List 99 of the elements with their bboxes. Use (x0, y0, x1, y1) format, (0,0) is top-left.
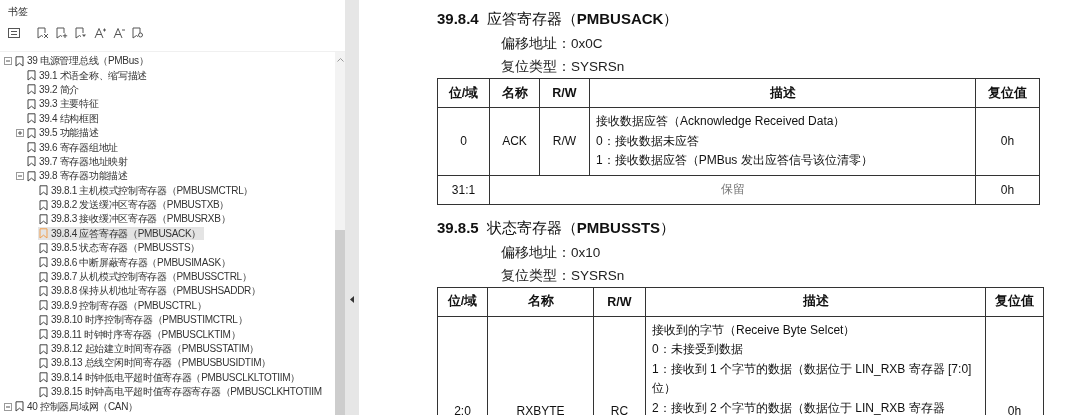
description-line: 0：接收数据未应答 (596, 132, 700, 150)
column-header: 名称 (489, 78, 540, 108)
bookmark-item[interactable]: 39.8.4 应答寄存器（PMBUSACK） (38, 227, 205, 241)
bookmark-item[interactable]: 39.8 寄存器功能描述 (26, 169, 131, 183)
collapse-icon[interactable] (4, 402, 12, 411)
bookmark-icon (39, 357, 48, 369)
table-cell: 0 (437, 107, 490, 175)
bookmark-item[interactable]: 39.5 功能描述 (26, 126, 102, 140)
bookmark-icon (27, 113, 36, 125)
section-title: 状态寄存器（PMBUSSTS） (486, 218, 676, 238)
bookmark-item[interactable]: 39.8.7 从机模式控制寄存器（PMBUSSCTRL） (38, 270, 255, 284)
bookmark-item[interactable]: 39.8.8 保持从机地址寄存器（PMBUSHSADDR） (38, 284, 264, 298)
description-line: 1：接收数据应答（PMBus 发出应答信号该位清零） (596, 152, 874, 169)
reset-type: 复位类型：SYSRSn (500, 58, 626, 76)
description-line: 接收到的字节（Receive Byte Selcet） (652, 321, 857, 339)
bookmark-icon (39, 285, 48, 297)
bookmark-icon (39, 300, 48, 312)
bookmark-item[interactable]: 39.8.6 中断屏蔽寄存器（PMBUSIMASK） (38, 256, 234, 270)
font-decrease-icon[interactable] (113, 27, 125, 39)
bookmark-item[interactable]: 39.1 术语全称、缩写描述 (26, 69, 151, 83)
bookmark-item[interactable]: 39.8.10 时序控制寄存器（PMBUSTIMCTRL） (38, 313, 251, 327)
bookmark-item[interactable]: 39.7 寄存器地址映射 (26, 155, 131, 169)
scroll-up-icon[interactable] (336, 58, 344, 62)
bookmark-icon (39, 242, 48, 254)
bookmark-icon (27, 142, 36, 154)
table-cell: 0h (975, 107, 1040, 175)
column-header: R/W (593, 287, 646, 316)
bookmark-item[interactable]: 39.8.1 主机模式控制寄存器（PMBUSMCTRL） (38, 184, 257, 198)
column-header: 描述 (589, 78, 976, 108)
column-header: 位/域 (437, 78, 490, 108)
table-cell: 0h (975, 175, 1040, 204)
bookmark-icon (39, 386, 48, 398)
column-header: R/W (539, 78, 590, 108)
section-number: 39.8.4 (437, 10, 479, 27)
expand-icon[interactable] (16, 129, 24, 138)
bookmark-icon (39, 214, 48, 225)
description-line: 0：未接受到数据 (652, 341, 744, 358)
bookmark-icon (27, 84, 36, 96)
bookmark-item[interactable]: 39.8.2 发送缓冲区寄存器（PMBUSTXB） (38, 198, 233, 212)
bookmark-item[interactable]: 39.2 简介 (26, 83, 83, 97)
column-header: 描述 (645, 287, 986, 316)
bookmark-item[interactable]: 39.4 结构框图 (26, 112, 102, 126)
bookmark-icon (27, 98, 36, 110)
font-increase-icon[interactable] (94, 27, 106, 39)
bookmark-icon (15, 55, 24, 67)
description-line: 接收数据应答（Acknowledge Received Data） (596, 113, 847, 130)
table-cell: 保留 (489, 175, 976, 204)
bookmark-item[interactable]: 40 控制器局域网（CAN） (14, 400, 141, 414)
bookmark-icon (27, 127, 36, 139)
reset-type: 复位类型：SYSRSn (500, 266, 626, 285)
table-cell: 2:0 (437, 316, 488, 415)
list-icon[interactable] (8, 28, 20, 38)
bookmark-icon (27, 70, 36, 82)
panel-title: 书签 (7, 5, 29, 19)
bookmark-search-icon[interactable] (132, 27, 144, 39)
collapse-panel-icon[interactable] (350, 296, 354, 303)
table-cell: ACK (489, 107, 540, 175)
description-line: 2：接收到 2 个字节的数据（数据位于 LIN_RXB 寄存器 (652, 399, 946, 415)
bookmark-item[interactable]: 39.8.9 控制寄存器（PMBUSCTRL） (38, 299, 210, 313)
bookmark-icon (39, 372, 48, 384)
bookmark-icon (39, 199, 48, 211)
bookmark-item[interactable]: 39.8.15 时钟高电平超时值寄存器寄存器（PMBUSCLKHTOTIIM (38, 385, 325, 399)
delete-bookmark-icon[interactable] (37, 27, 49, 39)
offset-address: 偏移地址：0x0C (500, 35, 604, 53)
bookmark-icon (39, 343, 48, 355)
column-header: 位/域 (437, 287, 488, 316)
bookmark-icon (39, 271, 48, 283)
bookmark-item[interactable]: 39.6 寄存器组地址 (26, 141, 121, 155)
section-title: 应答寄存器（PMBUSACK） (486, 10, 679, 29)
add-bookmark-icon[interactable] (56, 27, 68, 39)
table-cell: R/W (539, 107, 590, 175)
collapse-icon[interactable] (16, 172, 24, 181)
bookmark-item[interactable]: 39 电源管理总线（PMBus） (14, 54, 152, 68)
column-header: 复位值 (985, 287, 1044, 316)
bookmark-icon (39, 228, 48, 240)
collapse-icon[interactable] (4, 57, 12, 66)
bookmark-icon (27, 156, 36, 168)
section-number: 39.8.5 (437, 218, 479, 236)
table-cell: 31:1 (437, 175, 490, 204)
column-header: 复位值 (975, 78, 1040, 108)
offset-address: 偏移地址：0x10 (500, 243, 602, 262)
description-line: 1：接收到 1 个字节的数据（数据位于 LIN_RXB 寄存器 [7:0]位） (652, 360, 973, 397)
bookmark-icon (39, 185, 48, 197)
bookmark-item[interactable]: 39.8.11 时钟时序寄存器（PMBUSCLKTIM） (38, 328, 244, 342)
scrollbar-thumb[interactable] (335, 230, 345, 415)
bookmark-icon (39, 314, 48, 326)
bookmark-item[interactable]: 39.8.12 起始建立时间寄存器（PMBUSSTATIM） (38, 342, 262, 356)
bookmark-icon (39, 257, 48, 269)
bookmark-item[interactable]: 39.8.5 状态寄存器（PMBUSSTS） (38, 241, 203, 255)
bookmark-item[interactable]: 39.3 主要特征 (26, 97, 102, 111)
bookmark-arrow-icon[interactable] (75, 27, 87, 39)
column-header: 名称 (487, 287, 594, 316)
bookmark-icon (39, 329, 48, 341)
bookmark-icon (15, 401, 24, 413)
bookmark-item[interactable]: 39.8.3 接收缓冲区寄存器（PMBUSRXB） (38, 213, 234, 226)
scrollbar[interactable] (335, 52, 345, 415)
bookmark-item[interactable]: 39.8.14 时钟低电平超时值寄存器（PMBUSCLKLTOTIIM） (38, 371, 303, 385)
bookmark-icon (27, 170, 36, 182)
bookmark-item[interactable]: 39.8.13 总线空闲时间寄存器（PMBUSBUSIDTIM） (38, 356, 274, 370)
